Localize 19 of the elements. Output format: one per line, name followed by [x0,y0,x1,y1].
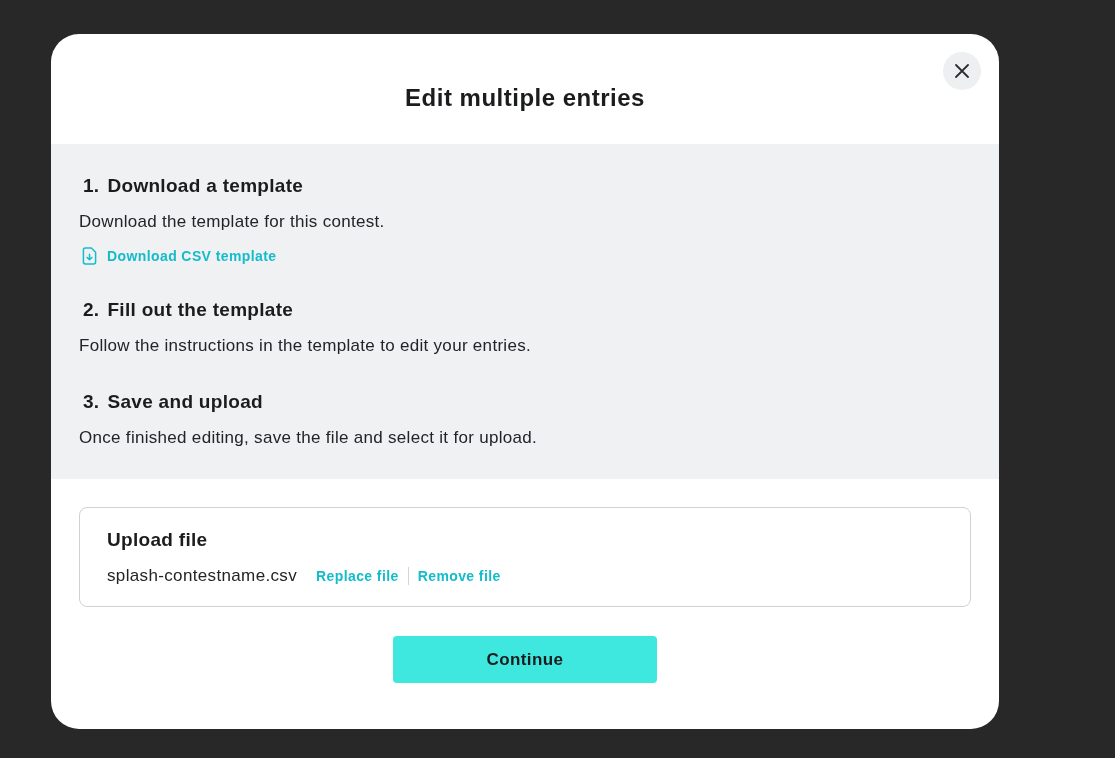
continue-button[interactable]: Continue [393,636,657,683]
step-number: 3. [83,390,100,414]
file-name: splash-contestname.csv [107,565,298,587]
close-icon [955,64,969,78]
step-number: 1. [83,174,100,198]
step-description: Download the template for this contest. [79,211,386,233]
step-number: 2. [83,298,100,322]
download-link[interactable]: Download CSV template [79,246,277,266]
file-download-icon [82,247,97,265]
remove-file-link[interactable]: Remove file [417,564,501,588]
step-description: Follow the instructions in the template to edit your entries. [79,335,532,357]
close-button[interactable] [943,52,981,90]
step-heading: Fill out the template [107,298,294,322]
step-description: Once finished editing, save the file and select it for upload. [79,427,539,449]
dialog-title: Edit multiple entries [405,83,645,113]
upload-title: Upload file [107,528,209,552]
step-heading: Save and upload [107,390,263,414]
replace-file-link[interactable]: Replace file [316,564,399,588]
step-heading: Download a template [107,174,304,198]
